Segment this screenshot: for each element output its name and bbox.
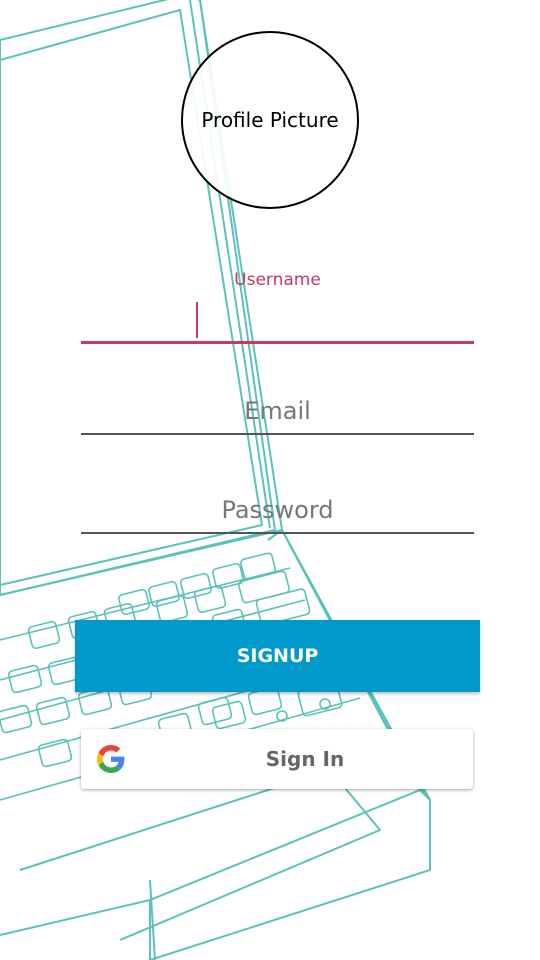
text-cursor (196, 302, 198, 338)
google-sign-in-button[interactable]: Sign In (81, 729, 473, 789)
username-input[interactable] (81, 300, 474, 340)
signup-button[interactable]: SIGNUP (75, 620, 480, 692)
password-input[interactable] (81, 491, 474, 529)
signup-screen: Profile Picture Username SIGNUP Sign In (0, 0, 540, 960)
password-field[interactable] (81, 487, 474, 535)
google-sign-in-label: Sign In (265, 747, 345, 771)
profile-picture-label: Profile Picture (201, 108, 339, 132)
username-label: Username (234, 270, 321, 290)
email-field[interactable] (81, 388, 474, 436)
profile-picture-button[interactable]: Profile Picture (181, 31, 359, 209)
password-underline (81, 532, 474, 534)
email-input[interactable] (81, 392, 474, 430)
username-field[interactable]: Username (81, 270, 474, 346)
email-underline (81, 433, 474, 435)
username-underline (81, 341, 474, 344)
